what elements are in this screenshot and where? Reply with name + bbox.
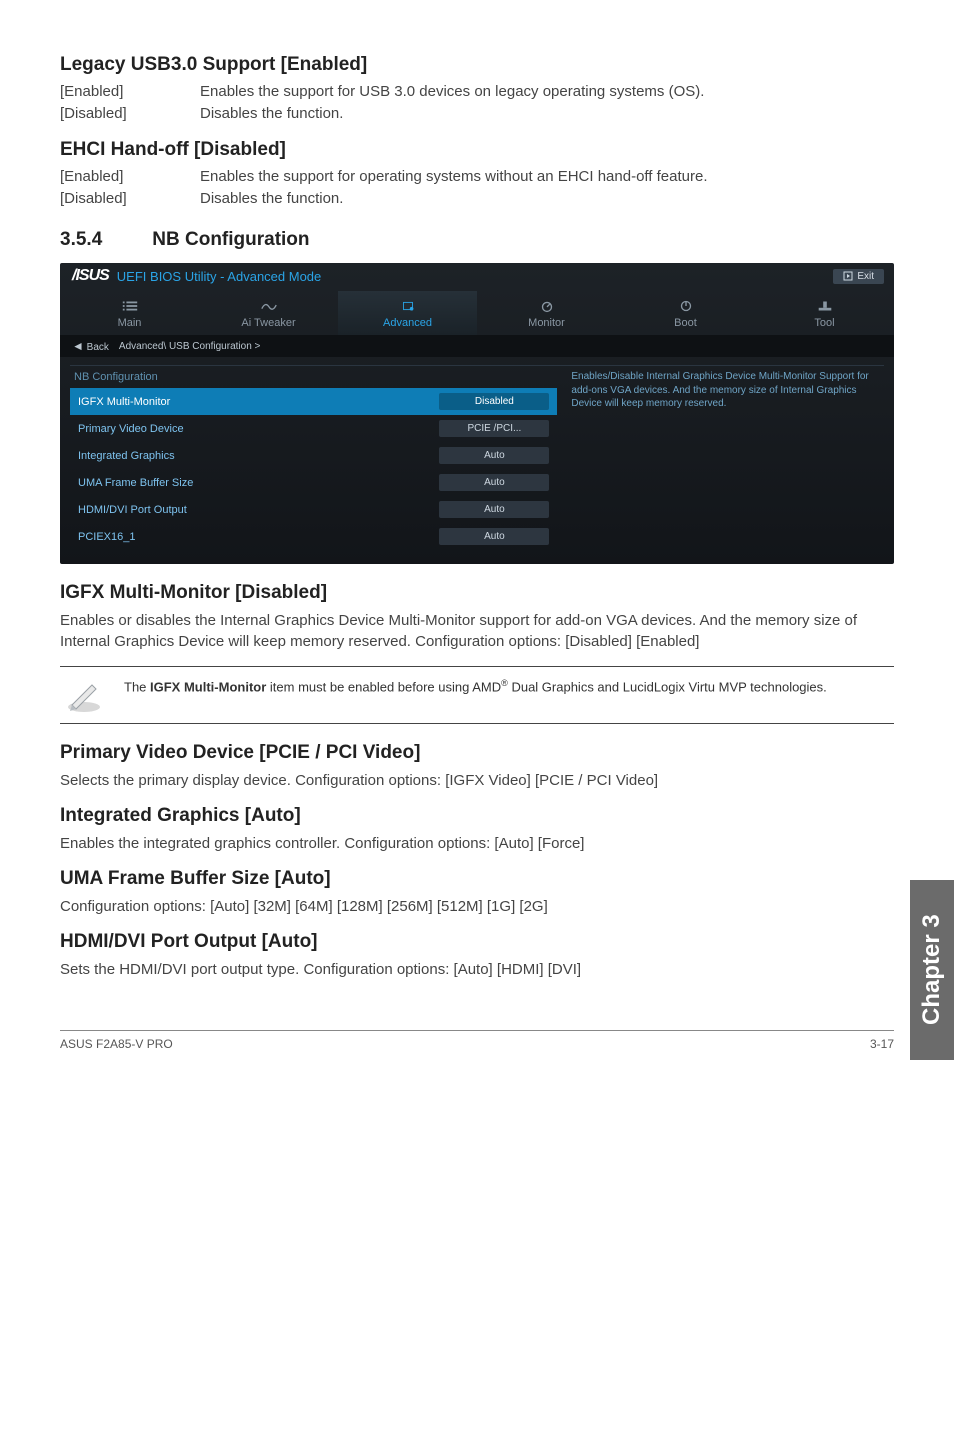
note-mid: item must be enabled before using AMD	[266, 679, 501, 694]
note-post: Dual Graphics and LucidLogix Virtu MVP t…	[508, 679, 827, 694]
key: [Disabled]	[60, 104, 200, 124]
key: [Enabled]	[60, 82, 200, 102]
heading-hdmi-dvi: HDMI/DVI Port Output [Auto]	[60, 931, 894, 953]
val: Disables the function.	[200, 104, 894, 124]
key: [Enabled]	[60, 167, 200, 187]
row-value[interactable]: Auto	[439, 474, 549, 491]
tab-tweaker[interactable]: Ai Tweaker	[199, 291, 338, 335]
section-number: 3.5.4	[60, 229, 102, 251]
bios-body: NB Configuration IGFX Multi-Monitor Disa…	[60, 357, 894, 564]
bios-tabs: Main Ai Tweaker Advanced Monitor Boot To…	[60, 291, 894, 335]
paragraph: Sets the HDMI/DVI port output type. Conf…	[60, 959, 894, 980]
power-icon	[677, 299, 695, 313]
bios-row-igfx[interactable]: IGFX Multi-Monitor Disabled	[70, 388, 557, 415]
footer-left: ASUS F2A85-V PRO	[60, 1037, 173, 1051]
row-value[interactable]: PCIE /PCI...	[439, 420, 549, 437]
heading-numbered: 3.5.4 NB Configuration	[60, 229, 894, 251]
row-label: PCIEX16_1	[78, 531, 135, 543]
bios-row-pciex16[interactable]: PCIEX16_1 Auto	[70, 523, 557, 550]
tab-label: Ai Tweaker	[241, 317, 295, 329]
row-label: HDMI/DVI Port Output	[78, 504, 187, 516]
row-label: Integrated Graphics	[78, 450, 175, 462]
tab-main[interactable]: Main	[60, 291, 199, 335]
tab-label: Monitor	[528, 317, 565, 329]
asus-logo: /ISUS	[70, 267, 111, 285]
row-label: IGFX Multi-Monitor	[78, 396, 170, 408]
tab-advanced[interactable]: Advanced	[338, 291, 477, 335]
paragraph: Enables the integrated graphics controll…	[60, 833, 894, 854]
chip-icon	[399, 299, 417, 313]
bios-breadcrumb-bar: ◄ Back Advanced\ USB Configuration >	[60, 335, 894, 357]
note-box: The IGFX Multi-Monitor item must be enab…	[60, 666, 894, 724]
bios-help-pane: Enables/Disable Internal Graphics Device…	[557, 365, 884, 550]
bios-title-text: UEFI BIOS Utility - Advanced Mode	[117, 269, 321, 284]
back-button[interactable]: ◄ Back	[72, 339, 109, 353]
exit-label: Exit	[857, 271, 874, 282]
footer-right: 3-17	[870, 1037, 894, 1051]
bios-section-header: NB Configuration	[70, 365, 557, 388]
page-footer: ASUS F2A85-V PRO 3-17	[60, 1030, 894, 1051]
bios-row-hdmi-dvi[interactable]: HDMI/DVI Port Output Auto	[70, 496, 557, 523]
exit-button[interactable]: Exit	[833, 269, 884, 284]
bios-row-uma-buffer[interactable]: UMA Frame Buffer Size Auto	[70, 469, 557, 496]
bios-screenshot: /ISUS UEFI BIOS Utility - Advanced Mode …	[60, 263, 894, 564]
paragraph: Selects the primary display device. Conf…	[60, 770, 894, 791]
row-disabled: [Disabled] Disables the function.	[60, 104, 894, 124]
note-pre: The	[124, 679, 150, 694]
chapter-side-tab: Chapter 3	[910, 880, 954, 1060]
row-value[interactable]: Disabled	[439, 393, 549, 410]
row-value[interactable]: Auto	[439, 501, 549, 518]
row-value[interactable]: Auto	[439, 447, 549, 464]
tab-label: Boot	[674, 317, 697, 329]
note-sup: ®	[501, 678, 508, 688]
tool-icon	[816, 299, 834, 313]
heading-integrated-graphics: Integrated Graphics [Auto]	[60, 805, 894, 827]
heading-uma-buffer: UMA Frame Buffer Size [Auto]	[60, 868, 894, 890]
list-icon	[121, 299, 139, 313]
back-arrow-icon: ◄	[72, 339, 84, 353]
tab-label: Tool	[814, 317, 834, 329]
note-text: The IGFX Multi-Monitor item must be enab…	[124, 677, 827, 696]
val: Enables the support for operating system…	[200, 167, 894, 187]
key: [Disabled]	[60, 189, 200, 209]
tab-label: Main	[118, 317, 142, 329]
heading-igfx: IGFX Multi-Monitor [Disabled]	[60, 582, 894, 604]
paragraph: Configuration options: [Auto] [32M] [64M…	[60, 896, 894, 917]
breadcrumb: Advanced\ USB Configuration >	[119, 341, 260, 352]
row-value[interactable]: Auto	[439, 528, 549, 545]
bios-row-primary-video[interactable]: Primary Video Device PCIE /PCI...	[70, 415, 557, 442]
row-label: Primary Video Device	[78, 423, 184, 435]
back-label: Back	[87, 342, 109, 353]
paragraph: Enables or disables the Internal Graphic…	[60, 610, 894, 652]
heading-legacy-usb: Legacy USB3.0 Support [Enabled]	[60, 54, 894, 76]
bios-row-integrated-graphics[interactable]: Integrated Graphics Auto	[70, 442, 557, 469]
row-enabled: [Enabled] Enables the support for USB 3.…	[60, 82, 894, 102]
val: Disables the function.	[200, 189, 894, 209]
section-title: NB Configuration	[152, 229, 309, 251]
pencil-icon	[64, 677, 104, 713]
bios-options-list: NB Configuration IGFX Multi-Monitor Disa…	[70, 365, 557, 550]
val: Enables the support for USB 3.0 devices …	[200, 82, 894, 102]
heading-ehci: EHCI Hand-off [Disabled]	[60, 139, 894, 161]
note-bold: IGFX Multi-Monitor	[150, 679, 266, 694]
row-disabled: [Disabled] Disables the function.	[60, 189, 894, 209]
tab-monitor[interactable]: Monitor	[477, 291, 616, 335]
tweaker-icon	[260, 299, 278, 313]
header-label: NB Configuration	[74, 371, 158, 383]
heading-primary-video: Primary Video Device [PCIE / PCI Video]	[60, 742, 894, 764]
bios-logo-area: /ISUS UEFI BIOS Utility - Advanced Mode	[70, 267, 321, 285]
tab-tool[interactable]: Tool	[755, 291, 894, 335]
exit-icon	[843, 271, 853, 281]
monitor-icon	[538, 299, 556, 313]
row-enabled: [Enabled] Enables the support for operat…	[60, 167, 894, 187]
row-label: UMA Frame Buffer Size	[78, 477, 193, 489]
bios-titlebar: /ISUS UEFI BIOS Utility - Advanced Mode …	[60, 263, 894, 285]
tab-boot[interactable]: Boot	[616, 291, 755, 335]
tab-label: Advanced	[383, 317, 432, 329]
